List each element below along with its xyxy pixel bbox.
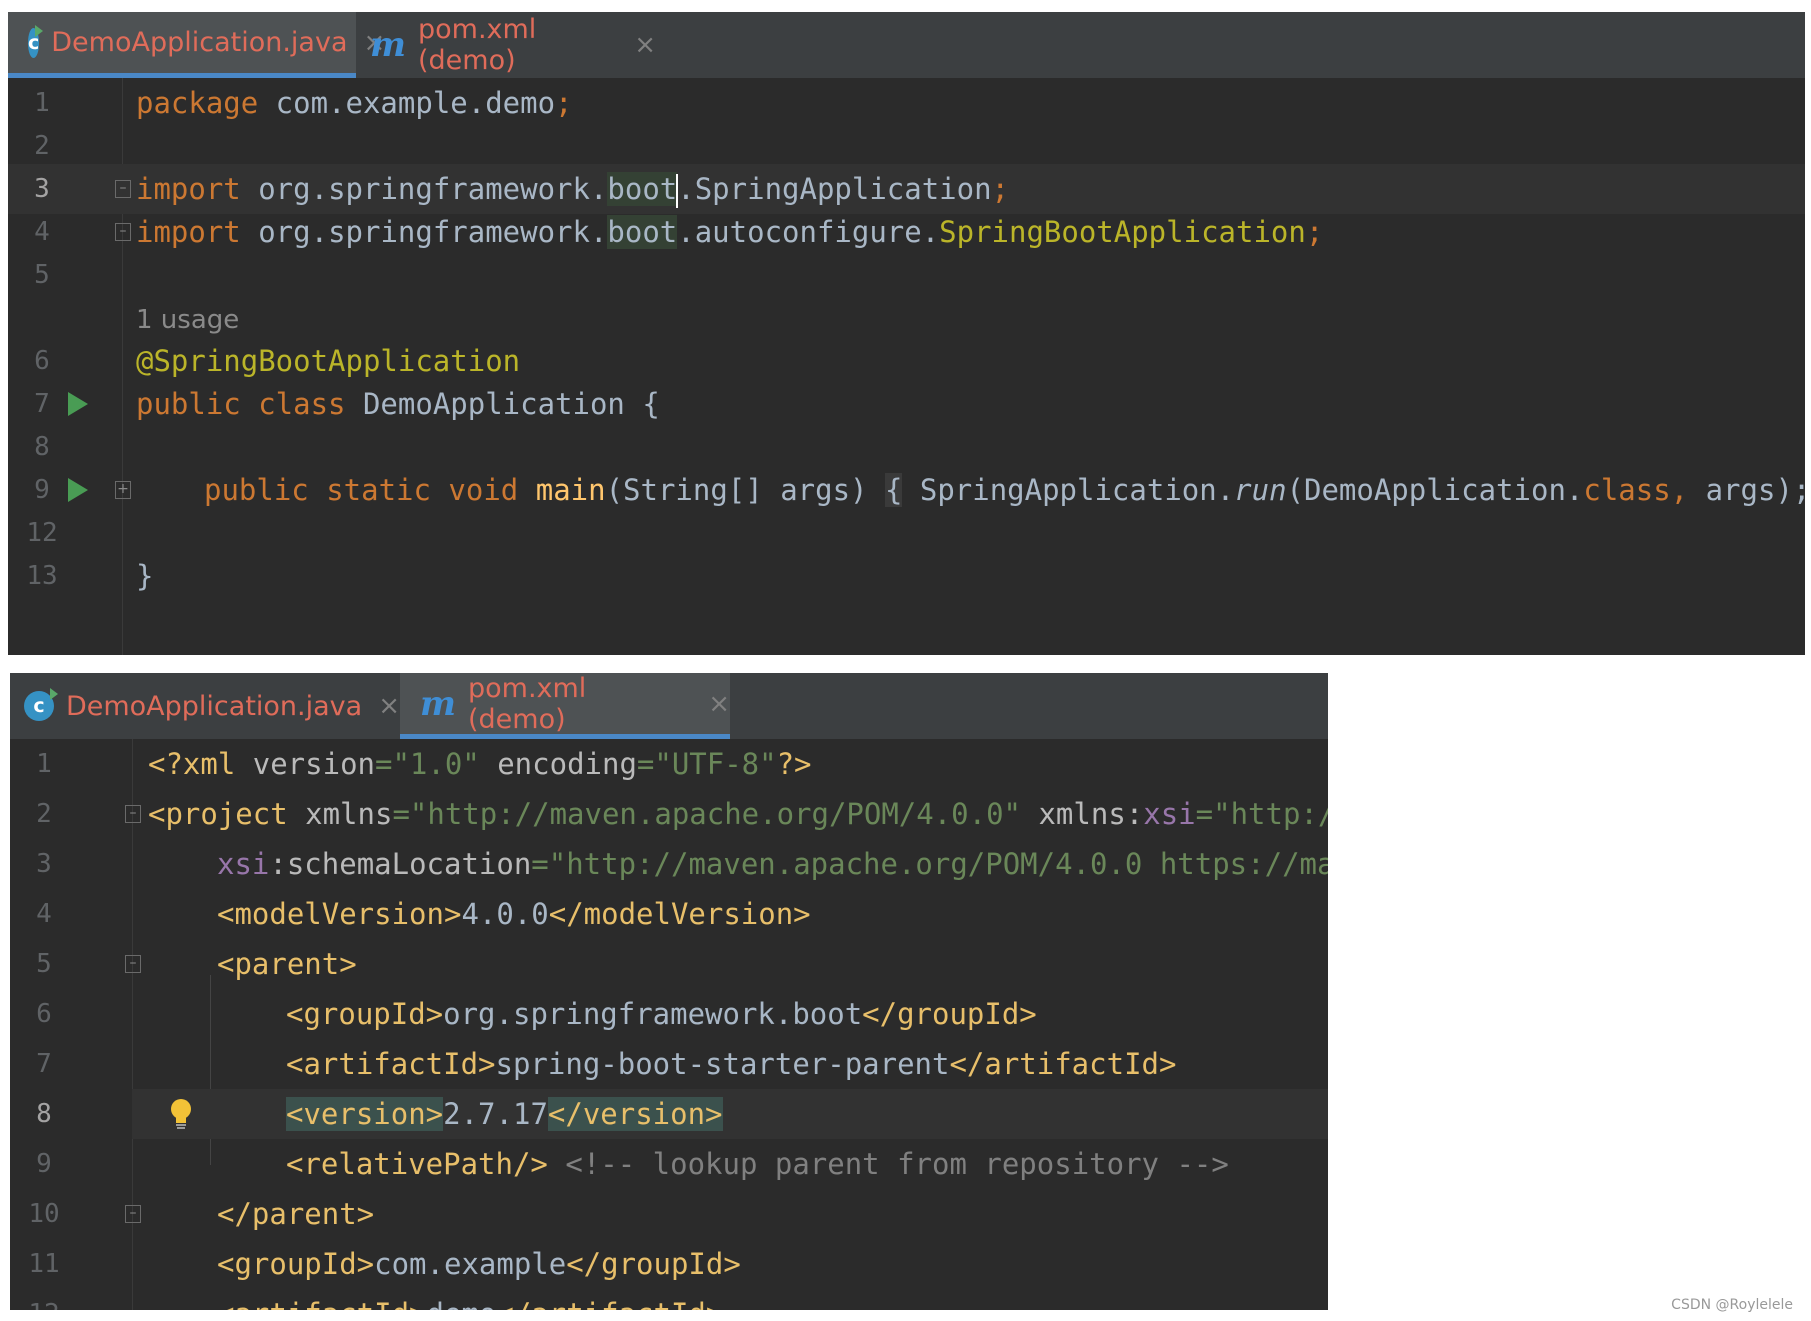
- line-number: 10: [28, 1199, 60, 1229]
- line-number: 5: [34, 260, 50, 290]
- maven-icon: m: [420, 683, 456, 724]
- fold-toggle-icon[interactable]: –: [125, 805, 141, 823]
- usage-hint[interactable]: 1 usage: [136, 305, 239, 335]
- line-number: 7: [36, 1049, 52, 1079]
- code-line: 4 <modelVersion>4.0.0</modelVersion>: [10, 889, 1328, 939]
- code-line-current: <version>2.7.17</version>: [132, 1089, 1328, 1139]
- fold-toggle-icon[interactable]: –: [125, 955, 141, 973]
- code-text: </parent>: [217, 1197, 375, 1231]
- java-class-icon: c: [28, 24, 44, 58]
- fold-end-icon[interactable]: –: [125, 1205, 141, 1223]
- code-text: xsi:schemaLocation="http://maven.apache.…: [217, 847, 1328, 881]
- code-line: 1 <?xml version="1.0" encoding="UTF-8"?>: [10, 739, 1328, 789]
- code-line: 2 – <project xmlns="http://maven.apache.…: [10, 789, 1328, 839]
- code-line: 7 <artifactId>spring-boot-starter-parent…: [10, 1039, 1328, 1089]
- fold-toggle-icon[interactable]: –: [115, 180, 131, 198]
- code-text: <groupId>org.springframework.boot</group…: [286, 997, 1037, 1031]
- watermark: CSDN @Roylelele: [1671, 1297, 1793, 1313]
- code-text: <version>2.7.17</version>: [286, 1097, 723, 1131]
- run-icon[interactable]: [68, 392, 88, 416]
- code-text: <modelVersion>4.0.0</modelVersion>: [217, 897, 811, 931]
- fold-expand-icon[interactable]: +: [115, 481, 131, 499]
- line-number-cell: 8: [10, 1089, 132, 1139]
- code-editor[interactable]: 1 <?xml version="1.0" encoding="UTF-8"?>…: [10, 739, 1328, 1310]
- code-line: 6 <groupId>org.springframework.boot</gro…: [10, 989, 1328, 1039]
- tab-demoapplication-java[interactable]: c DemoApplication.java ×: [10, 673, 400, 739]
- code-line: 9 <relativePath/> <!-- lookup parent fro…: [10, 1139, 1328, 1189]
- line-number: 4: [36, 899, 52, 929]
- code-line: 5: [8, 250, 1805, 300]
- editor-tab-bar: c DemoApplication.java × m pom.xml (demo…: [10, 673, 1328, 739]
- line-number: 13: [26, 561, 58, 591]
- code-line: 12 <artifactId>demo</artifactId>: [10, 1289, 1328, 1310]
- code-text: <parent>: [217, 947, 357, 981]
- line-number: 9: [36, 1149, 52, 1179]
- tab-label: pom.xml (demo): [417, 14, 537, 76]
- java-editor-panel: c DemoApplication.java × m pom.xml (demo…: [8, 12, 1805, 655]
- code-text: <project xmlns="http://maven.apache.org/…: [148, 797, 1328, 831]
- code-text: }: [136, 559, 154, 593]
- code-text: <artifactId>spring-boot-starter-parent</…: [286, 1047, 1177, 1081]
- maven-icon: m: [370, 25, 406, 65]
- code-text: <relativePath/> <!-- lookup parent from …: [286, 1147, 1229, 1181]
- code-text: <artifactId>demo</artifactId>: [217, 1289, 723, 1310]
- tab-label: DemoApplication.java: [65, 690, 363, 722]
- tab-label: pom.xml (demo): [467, 673, 587, 735]
- code-editor[interactable]: 1 package com.example.demo; 2 3 – import…: [8, 78, 1805, 655]
- code-text: <groupId>com.example</groupId>: [217, 1247, 741, 1281]
- line-number: 5: [36, 949, 52, 979]
- line-number: 6: [36, 999, 52, 1029]
- tab-pom-xml[interactable]: m pom.xml (demo) ×: [400, 673, 730, 739]
- fold-end-icon[interactable]: –: [115, 223, 131, 241]
- code-line: 3 xsi:schemaLocation="http://maven.apach…: [10, 839, 1328, 889]
- close-icon[interactable]: ×: [708, 689, 730, 719]
- code-line: 5 – <parent>: [10, 939, 1328, 989]
- code-line: 10 – </parent>: [10, 1189, 1328, 1239]
- close-icon[interactable]: ×: [634, 30, 656, 60]
- tab-label: DemoApplication.java: [51, 27, 348, 58]
- code-line: 13 }: [8, 551, 1805, 601]
- tab-demoapplication-java[interactable]: c DemoApplication.java ×: [8, 12, 385, 78]
- code-line: 11 <groupId>com.example</groupId>: [10, 1239, 1328, 1289]
- line-number: 8: [36, 1099, 52, 1129]
- xml-editor-panel: c DemoApplication.java × m pom.xml (demo…: [10, 673, 1328, 1310]
- line-number: 11: [28, 1249, 60, 1279]
- run-icon[interactable]: [68, 478, 88, 502]
- editor-tab-bar: c DemoApplication.java × m pom.xml (demo…: [8, 12, 1805, 78]
- line-number: 1: [36, 749, 52, 779]
- line-number: 12: [10, 1289, 78, 1310]
- java-class-icon: c: [24, 688, 58, 721]
- line-number: 3: [36, 849, 52, 879]
- code-text: <?xml version="1.0" encoding="UTF-8"?>: [148, 747, 812, 781]
- lightbulb-icon[interactable]: [168, 1097, 194, 1135]
- close-icon[interactable]: ×: [378, 691, 400, 721]
- tab-pom-xml[interactable]: m pom.xml (demo) ×: [356, 12, 656, 78]
- line-number: 2: [36, 799, 52, 829]
